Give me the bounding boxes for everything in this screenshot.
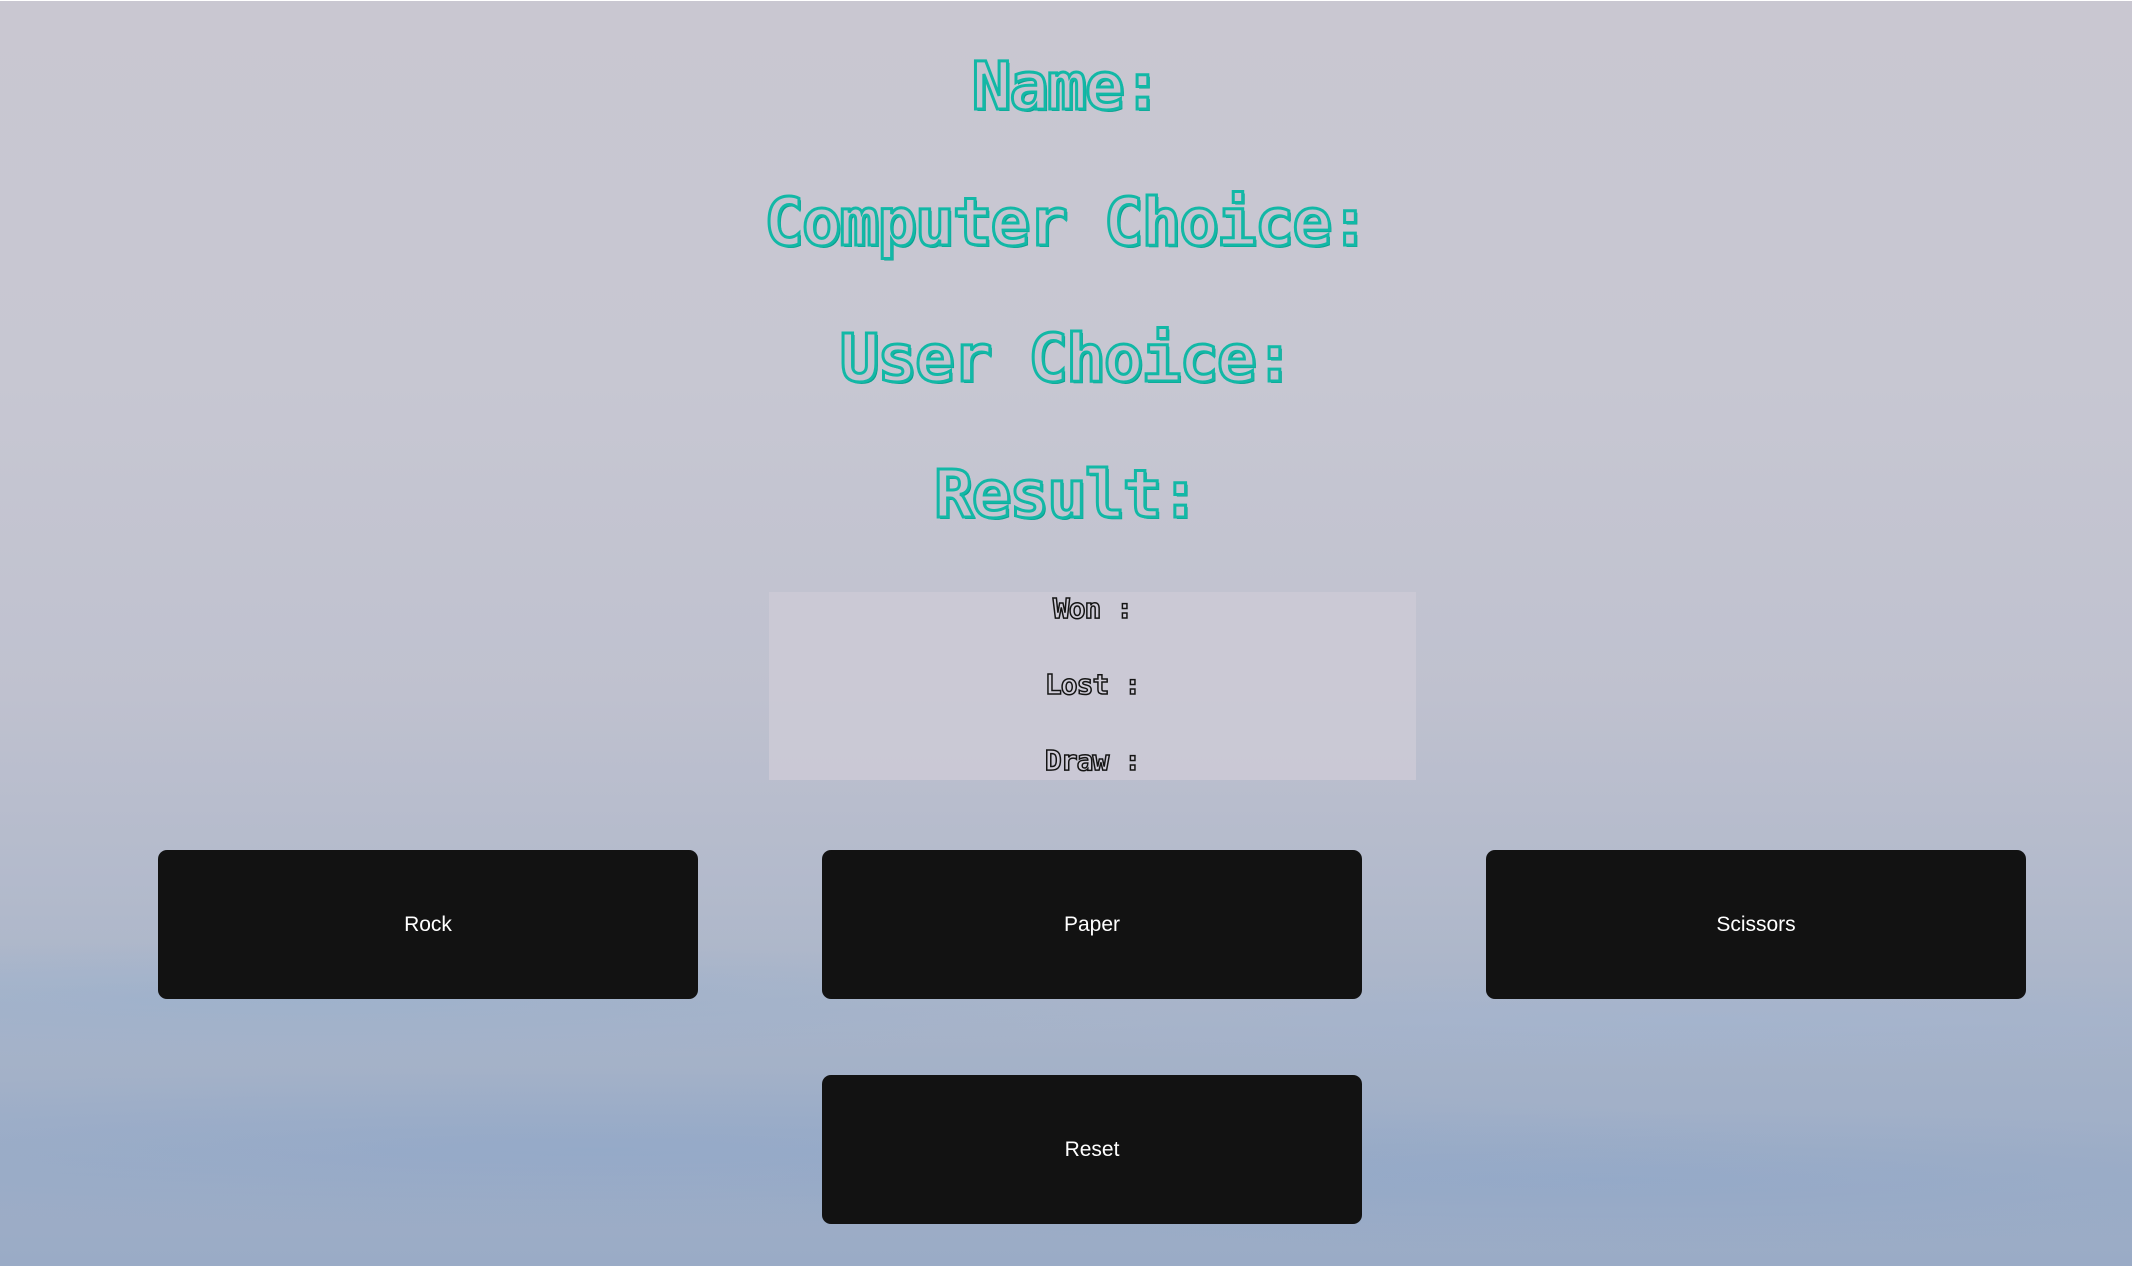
- won-count: Won :: [1052, 591, 1134, 626]
- user-choice-heading: User Choice:: [838, 319, 1296, 399]
- reset-button[interactable]: Reset: [822, 1075, 1362, 1224]
- paper-button[interactable]: Paper: [822, 850, 1362, 999]
- computer-choice-heading: Computer Choice:: [763, 183, 1372, 263]
- rock-button[interactable]: Rock: [158, 850, 698, 999]
- lost-count: Lost :: [1044, 667, 1142, 702]
- draw-count: Draw :: [1044, 743, 1142, 778]
- result-heading: Result:: [932, 455, 1201, 535]
- scissors-button[interactable]: Scissors: [1486, 850, 2026, 999]
- top-border: [0, 0, 2132, 1]
- name-heading: Name:: [970, 47, 1164, 127]
